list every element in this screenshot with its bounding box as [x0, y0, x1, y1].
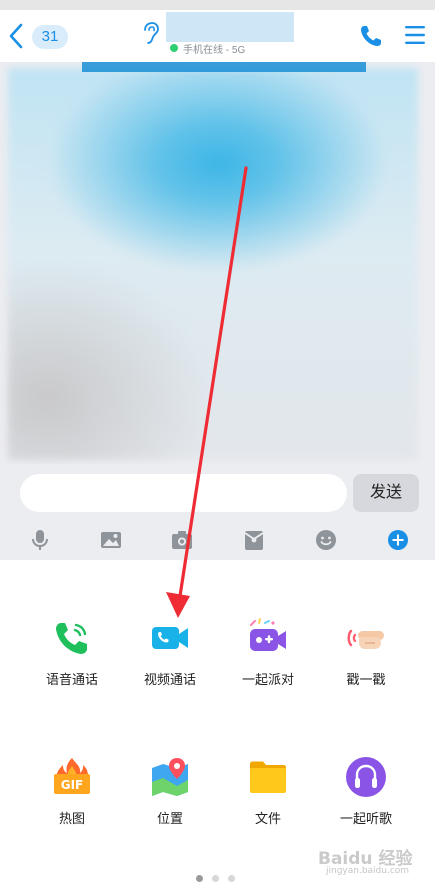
chevron-left-icon	[9, 23, 23, 49]
back-button[interactable]	[4, 22, 28, 50]
panel-item-poke[interactable]: 戳一戳	[321, 617, 411, 707]
panel-item-label: 位置	[156, 811, 183, 826]
send-button[interactable]: 发送	[353, 474, 419, 512]
poke-icon	[345, 617, 387, 659]
panel-item-location[interactable]: 位置	[125, 756, 215, 846]
emoji-icon[interactable]	[314, 528, 338, 552]
headphones-icon	[345, 756, 387, 798]
online-status: 手机在线 - 5G	[170, 41, 246, 56]
page-indicator	[196, 875, 235, 883]
menu-icon[interactable]	[404, 24, 426, 46]
panel-item-party[interactable]: 一起派对	[223, 617, 313, 707]
blurred-image-message[interactable]	[8, 68, 418, 460]
microphone-icon[interactable]	[28, 528, 52, 552]
top-strip	[0, 0, 435, 10]
svg-text:GIF: GIF	[61, 778, 84, 792]
panel-item-label: 戳一戳	[346, 672, 386, 687]
watermark-url: jingyan.baidu.com	[326, 866, 410, 876]
panel-item-voice-call[interactable]: 语音通话	[27, 617, 117, 707]
panel-item-file[interactable]: 文件	[223, 756, 313, 846]
message-input-bar: 发送	[0, 464, 435, 522]
panel-item-video-call[interactable]: 视频通话	[125, 617, 215, 707]
voice-call-icon	[51, 617, 93, 659]
gif-icon: GIF	[51, 756, 93, 798]
page-dot[interactable]	[228, 875, 235, 882]
camera-icon[interactable]	[170, 528, 194, 552]
panel-item-label: 视频通话	[143, 672, 196, 687]
panel-item-label: 一起听歌	[339, 811, 392, 826]
contact-name-redacted	[166, 12, 294, 42]
picture-icon[interactable]	[99, 528, 123, 552]
message-input[interactable]	[20, 474, 347, 512]
panel-item-label: 一起派对	[241, 672, 294, 687]
page-dot[interactable]	[196, 875, 203, 882]
panel-item-gif[interactable]: GIF 热图	[27, 756, 117, 846]
ear-icon[interactable]	[140, 21, 160, 45]
online-dot-icon	[170, 44, 178, 52]
folder-icon	[247, 756, 289, 798]
video-call-icon	[149, 617, 191, 659]
party-icon	[247, 617, 289, 659]
function-panel: 语音通话 视频通话 一起派对 戳一戳 GIF 热图 位置 文件 一起听歌	[0, 560, 435, 890]
online-status-text: 手机在线 - 5G	[183, 44, 246, 56]
phone-icon[interactable]	[358, 23, 384, 49]
chat-message-area[interactable]	[0, 62, 435, 464]
location-icon	[149, 756, 191, 798]
unread-count-badge[interactable]: 31	[32, 25, 68, 49]
panel-item-listen-together[interactable]: 一起听歌	[321, 756, 411, 846]
image-caption-strip	[82, 62, 366, 72]
red-packet-icon[interactable]	[242, 528, 266, 552]
page-dot[interactable]	[212, 875, 219, 882]
input-toolbar	[0, 522, 435, 560]
panel-item-label: 文件	[254, 811, 281, 826]
panel-item-label: 语音通话	[45, 672, 98, 687]
plus-icon[interactable]	[386, 528, 410, 552]
panel-item-label: 热图	[58, 811, 85, 826]
chat-header: 31 手机在线 - 5G	[0, 10, 435, 62]
